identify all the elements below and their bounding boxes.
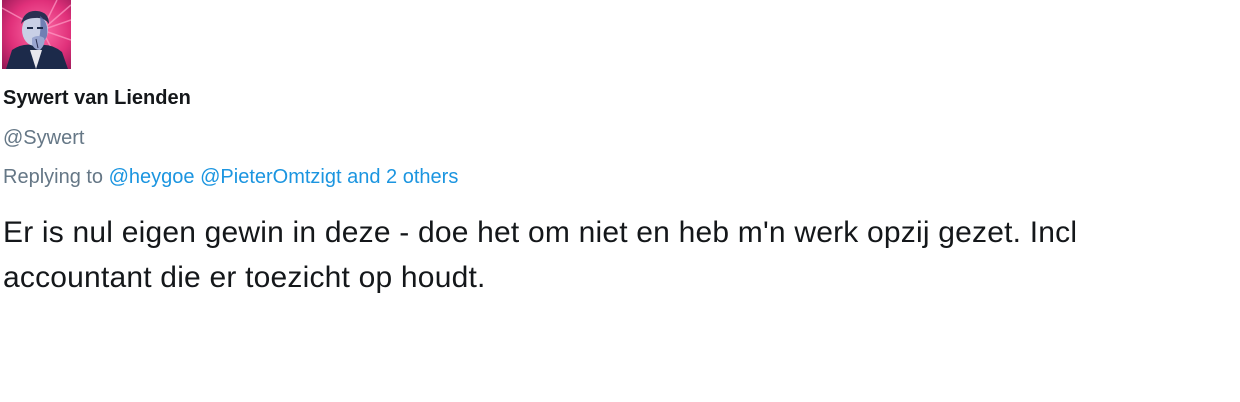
replying-to-label: Replying to	[3, 166, 104, 188]
tweet: Sywert van Lienden @Sywert Replying to @…	[0, 0, 1240, 402]
avatar[interactable]	[2, 0, 71, 69]
author-handle[interactable]: @Sywert	[3, 125, 84, 151]
mention-pieteromtzigt[interactable]: @PieterOmtzigt	[200, 166, 341, 188]
author-display-name[interactable]: Sywert van Lienden	[3, 85, 191, 111]
replying-to: Replying to @heygoe @PieterOmtzigt and 2…	[3, 164, 458, 190]
tweet-text: Er is nul eigen gewin in deze - doe het …	[3, 216, 1078, 294]
mention-heygoe[interactable]: @heygoe	[109, 166, 195, 188]
mention-others[interactable]: and 2 others	[347, 166, 458, 188]
